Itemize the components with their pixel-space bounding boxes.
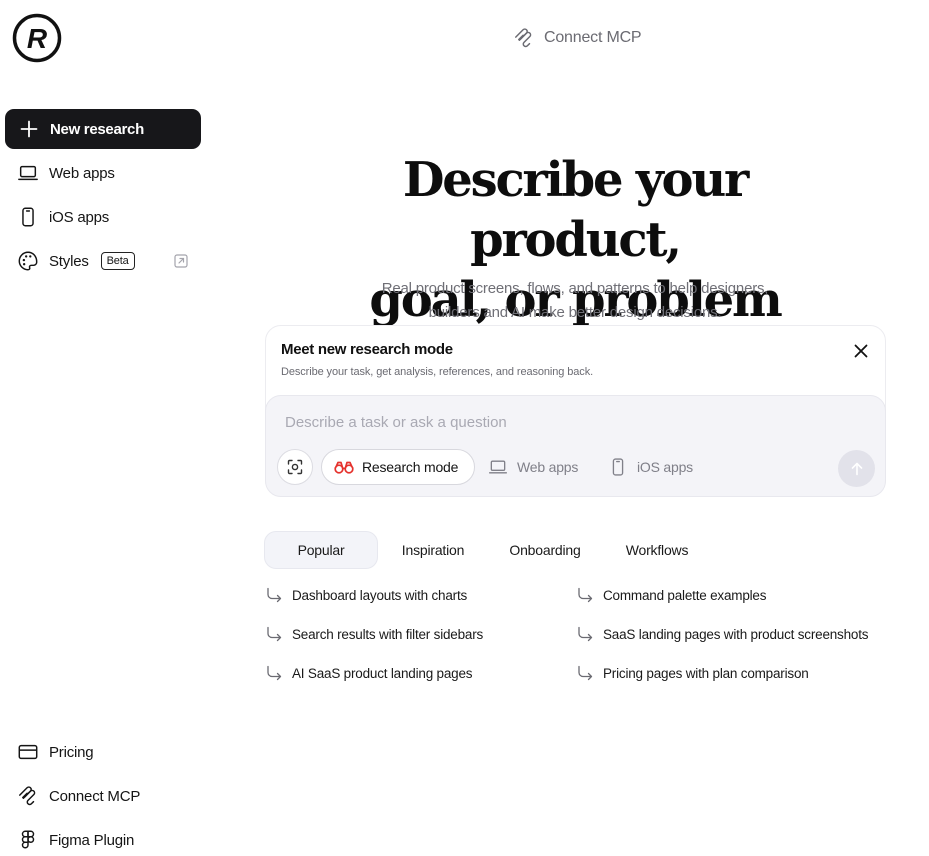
chip-label: Web apps <box>517 459 579 475</box>
prompt-input[interactable] <box>285 410 845 434</box>
scan-button[interactable] <box>277 449 313 485</box>
mcp-icon <box>515 28 532 48</box>
plus-icon <box>20 120 38 138</box>
mcp-icon <box>17 785 39 807</box>
suggestion-item[interactable]: AI SaaS product landing pages <box>265 662 473 684</box>
corner-arrow-icon <box>578 665 593 681</box>
suggestion-label: SaaS landing pages with product screensh… <box>603 626 869 642</box>
page-subtitle-line: builders and AI make better design decis… <box>428 304 722 321</box>
suggestion-item[interactable]: SaaS landing pages with product screensh… <box>576 623 869 645</box>
tab-onboarding[interactable]: Onboarding <box>500 531 590 569</box>
figma-icon <box>17 829 39 851</box>
web-apps-chip[interactable]: Web apps <box>488 449 578 485</box>
sidebar-item-connect-mcp[interactable]: Connect MCP <box>17 781 140 811</box>
tab-workflows[interactable]: Workflows <box>616 531 698 569</box>
page-title-line: Describe your product, <box>402 152 749 268</box>
corner-arrow-icon <box>267 665 282 681</box>
sidebar-item-ios-apps[interactable]: iOS apps <box>17 202 109 232</box>
prompt-box: Research mode Web apps iOS apps <box>265 395 886 497</box>
research-mode-card: Meet new research mode Describe your tas… <box>265 325 886 497</box>
sidebar: New research Web apps iOS apps Styles Be… <box>0 0 210 856</box>
binoculars-icon <box>334 461 354 474</box>
laptop-icon <box>17 162 39 184</box>
corner-arrow-icon <box>578 587 593 603</box>
sidebar-item-web-apps[interactable]: Web apps <box>17 158 115 188</box>
palette-icon <box>17 250 39 272</box>
sidebar-item-label: Web apps <box>49 164 115 182</box>
new-research-label: New research <box>50 120 144 138</box>
suggestion-item[interactable]: Command palette examples <box>576 584 766 606</box>
arrow-up-icon <box>851 462 862 475</box>
sidebar-item-label: Connect MCP <box>49 787 141 805</box>
suggestion-label: Command palette examples <box>603 587 767 603</box>
suggestion-item[interactable]: Search results with filter sidebars <box>265 623 483 645</box>
suggestion-label: Search results with filter sidebars <box>292 626 484 642</box>
new-research-button[interactable]: New research <box>5 109 201 149</box>
suggestion-label: Pricing pages with plan comparison <box>603 665 809 681</box>
sidebar-item-figma-plugin[interactable]: Figma Plugin <box>17 825 134 855</box>
suggestion-label: AI SaaS product landing pages <box>292 665 473 681</box>
phone-icon <box>17 206 39 228</box>
tab-popular[interactable]: Popular <box>264 531 378 569</box>
sidebar-item-label: Styles <box>49 252 89 270</box>
tab-inspiration[interactable]: Inspiration <box>390 531 476 569</box>
external-link-icon[interactable] <box>173 253 189 269</box>
suggestion-item[interactable]: Dashboard layouts with charts <box>265 584 467 606</box>
close-icon[interactable] <box>852 342 870 360</box>
sidebar-item-styles[interactable]: Styles Beta <box>17 246 135 276</box>
suggestion-label: Dashboard layouts with charts <box>292 587 468 603</box>
card-description: Describe your task, get analysis, refere… <box>281 366 594 378</box>
header-connect-mcp-link[interactable]: Connect MCP <box>513 26 642 50</box>
corner-arrow-icon <box>267 626 282 642</box>
sidebar-item-pricing[interactable]: Pricing <box>17 737 94 767</box>
research-mode-button[interactable]: Research mode <box>321 449 476 485</box>
suggestion-item[interactable]: Pricing pages with plan comparison <box>576 662 809 684</box>
header-connect-mcp-label: Connect MCP <box>544 29 642 46</box>
laptop-icon <box>489 460 507 474</box>
corner-arrow-icon <box>578 626 593 642</box>
sidebar-item-label: Pricing <box>49 743 94 761</box>
card-title: Meet new research mode <box>281 341 453 358</box>
sidebar-item-label: iOS apps <box>49 208 110 226</box>
page-subtitle: Real product screens, flows, and pattern… <box>355 277 795 325</box>
send-button[interactable] <box>838 450 875 487</box>
sidebar-item-label: Figma Plugin <box>49 831 135 849</box>
scan-icon <box>287 459 303 475</box>
corner-arrow-icon <box>267 587 282 603</box>
chip-label: iOS apps <box>637 459 693 475</box>
credit-card-icon <box>17 741 39 763</box>
beta-badge: Beta <box>100 252 135 270</box>
ios-apps-chip[interactable]: iOS apps <box>608 449 693 485</box>
research-mode-label: Research mode <box>362 459 459 475</box>
phone-icon <box>612 458 624 476</box>
page-subtitle-line: Real product screens, flows, and pattern… <box>381 280 769 297</box>
